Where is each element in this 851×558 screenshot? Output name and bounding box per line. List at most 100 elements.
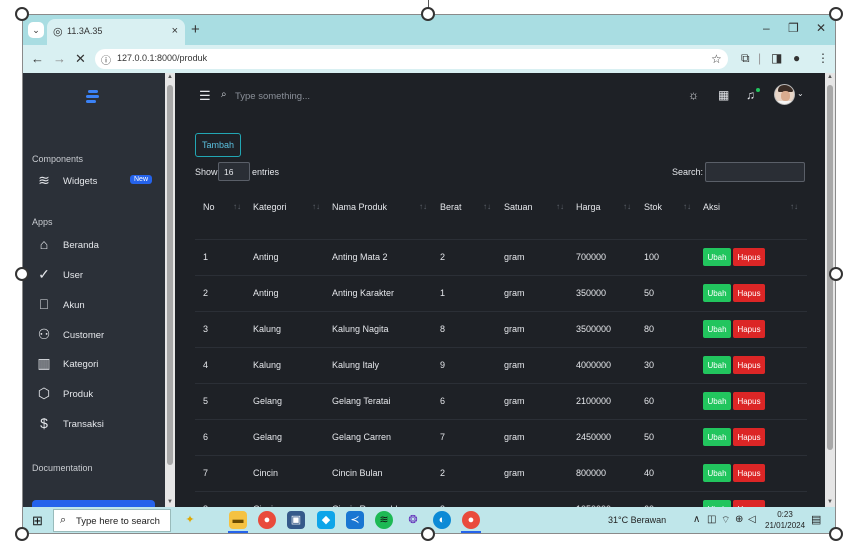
rotate-handle[interactable] — [421, 7, 435, 21]
sidebar-item-transaksi[interactable]: $ Transaksi — [35, 415, 160, 435]
edit-button[interactable]: Ubah — [703, 320, 731, 338]
sidebar-scroll-thumb[interactable] — [167, 85, 173, 465]
resize-handle-left[interactable] — [15, 267, 29, 281]
bell-icon[interactable]: ♫ — [746, 88, 755, 102]
delete-button[interactable]: Hapus — [733, 428, 765, 446]
scroll-up-icon[interactable]: ▲ — [167, 74, 173, 80]
network-status-icon[interactable]: ◫ — [707, 514, 716, 525]
chrome-icon[interactable]: ● — [258, 511, 276, 529]
bookmark-star-icon[interactable]: ☆ — [711, 52, 722, 66]
sidebar-scrollbar[interactable]: ▲ ▼ — [165, 73, 175, 507]
resize-handle-bottom[interactable] — [421, 527, 435, 541]
edit-button[interactable]: Ubah — [703, 392, 731, 410]
stop-icon[interactable]: ✕ — [75, 51, 86, 67]
apps-grid-icon[interactable]: ▦ — [718, 88, 729, 102]
notification-center-icon[interactable]: ▤ — [811, 513, 821, 526]
vscode-icon[interactable]: ≺ — [346, 511, 364, 529]
scroll-down-icon[interactable]: ▼ — [827, 499, 833, 505]
edit-button[interactable]: Ubah — [703, 464, 731, 482]
profile-icon[interactable]: ● — [793, 51, 800, 65]
browser-tab[interactable]: ◎ 11.3A.35 × — [47, 19, 185, 45]
close-window-button[interactable]: ✕ — [816, 21, 826, 35]
address-bar[interactable]: ⓘ 127.0.0.1:8000/produk — [95, 49, 728, 69]
sort-icon[interactable]: ↑↓ — [623, 202, 631, 211]
resize-handle-bottom-right[interactable] — [829, 527, 843, 541]
spotify-icon[interactable]: ≋ — [375, 511, 393, 529]
sort-icon[interactable]: ↑↓ — [419, 202, 427, 211]
site-info-icon[interactable]: ⓘ — [101, 52, 111, 67]
hamburger-icon[interactable]: ☰ — [199, 88, 211, 104]
delete-button[interactable]: Hapus — [733, 320, 765, 338]
edit-button[interactable]: Ubah — [703, 284, 731, 302]
edit-button[interactable]: Ubah — [703, 248, 731, 266]
sort-icon[interactable]: ↑↓ — [312, 202, 320, 211]
side-panel-icon[interactable]: ◨ — [771, 51, 782, 65]
delete-button[interactable]: Hapus — [733, 392, 765, 410]
sort-icon[interactable]: ↑↓ — [556, 202, 564, 211]
minimize-button[interactable]: – — [763, 21, 770, 35]
column-header-harga[interactable]: Harga — [576, 202, 601, 212]
url-text[interactable]: 127.0.0.1:8000/produk — [117, 53, 207, 63]
sort-icon[interactable]: ↑↓ — [683, 202, 691, 211]
column-header-berat[interactable]: Berat — [440, 202, 462, 212]
chevron-down-icon[interactable]: ⌄ — [797, 89, 804, 98]
sort-icon[interactable]: ↑↓ — [233, 202, 241, 211]
resize-handle-bottom-left[interactable] — [15, 527, 29, 541]
avatar[interactable] — [774, 84, 795, 105]
sidebar-item-customer[interactable]: ⚇ Customer — [35, 326, 160, 346]
sidebar-item-akun[interactable]: ⎕ Akun — [35, 296, 160, 316]
logo-icon[interactable] — [86, 89, 100, 105]
weather-widget[interactable]: 31°C Berawan — [608, 515, 666, 525]
resize-handle-right[interactable] — [829, 267, 843, 281]
extensions-icon[interactable]: ⧉ — [741, 51, 750, 66]
sidebar-item-user[interactable]: ✓ User — [35, 266, 160, 286]
delete-button[interactable]: Hapus — [733, 284, 765, 302]
add-product-button[interactable]: Tambah — [195, 133, 241, 157]
edge-dev-icon[interactable]: ◆ — [317, 511, 335, 529]
tray-chevron-icon[interactable]: ∧ — [693, 514, 700, 525]
app-icon[interactable]: ▣ — [287, 511, 305, 529]
edit-button[interactable]: Ubah — [703, 356, 731, 374]
column-header-no[interactable]: No — [203, 202, 215, 212]
sidebar-item-beranda[interactable]: ⌂ Beranda — [35, 236, 160, 256]
tab-close-icon[interactable]: × — [172, 25, 178, 37]
sort-icon[interactable]: ↑↓ — [483, 202, 491, 211]
tab-search-button[interactable]: ⌄ — [28, 22, 44, 38]
theme-toggle-icon[interactable]: ☼ — [688, 88, 699, 102]
sidebar-item-kategori[interactable]: ▥ Kategori — [35, 355, 160, 375]
delete-button[interactable]: Hapus — [733, 356, 765, 374]
restore-button[interactable]: ❐ — [788, 21, 799, 35]
forward-icon[interactable]: → — [53, 51, 66, 66]
page-size-select[interactable]: 16 — [218, 162, 250, 181]
column-header-nama-produk[interactable]: Nama Produk — [332, 202, 387, 212]
widgets-sparkle-icon[interactable]: ✦ — [181, 511, 199, 529]
app-icon[interactable]: ❂ — [404, 511, 422, 529]
language-icon[interactable]: ⊕ — [735, 514, 743, 525]
volume-icon[interactable]: ◁ — [748, 514, 756, 525]
column-header-stok[interactable]: Stok — [644, 202, 662, 212]
scroll-up-icon[interactable]: ▲ — [827, 74, 833, 80]
delete-button[interactable]: Hapus — [733, 500, 765, 507]
scroll-down-icon[interactable]: ▼ — [167, 499, 173, 505]
chrome-profile-icon[interactable]: ● — [462, 511, 480, 529]
edit-button[interactable]: Ubah — [703, 428, 731, 446]
resize-handle-top-right[interactable] — [829, 7, 843, 21]
sidebar-item-widgets[interactable]: ≋ Widgets New — [35, 172, 160, 192]
windows-start-icon[interactable]: ⊞ — [32, 513, 43, 529]
sidebar-item-produk[interactable]: ⬡ Produk — [35, 385, 160, 405]
delete-button[interactable]: Hapus — [733, 248, 765, 266]
back-icon[interactable]: ← — [31, 51, 44, 66]
edge-icon[interactable]: ◐ — [433, 511, 451, 529]
sidebar-cta-button[interactable] — [32, 500, 155, 507]
edit-button[interactable]: Ubah — [703, 500, 731, 507]
table-search-input[interactable] — [705, 162, 805, 182]
taskbar-search[interactable]: ⌕ Type here to search — [53, 509, 171, 532]
wifi-icon[interactable]: ⌔ — [721, 514, 730, 527]
column-header-satuan[interactable]: Satuan — [504, 202, 533, 212]
file-explorer-icon[interactable]: ▬ — [229, 511, 247, 529]
page-scrollbar[interactable]: ▲ ▼ — [825, 73, 835, 507]
global-search-input[interactable] — [235, 88, 375, 104]
column-header-kategori[interactable]: Kategori — [253, 202, 287, 212]
delete-button[interactable]: Hapus — [733, 464, 765, 482]
new-tab-button[interactable]: + — [191, 21, 200, 38]
